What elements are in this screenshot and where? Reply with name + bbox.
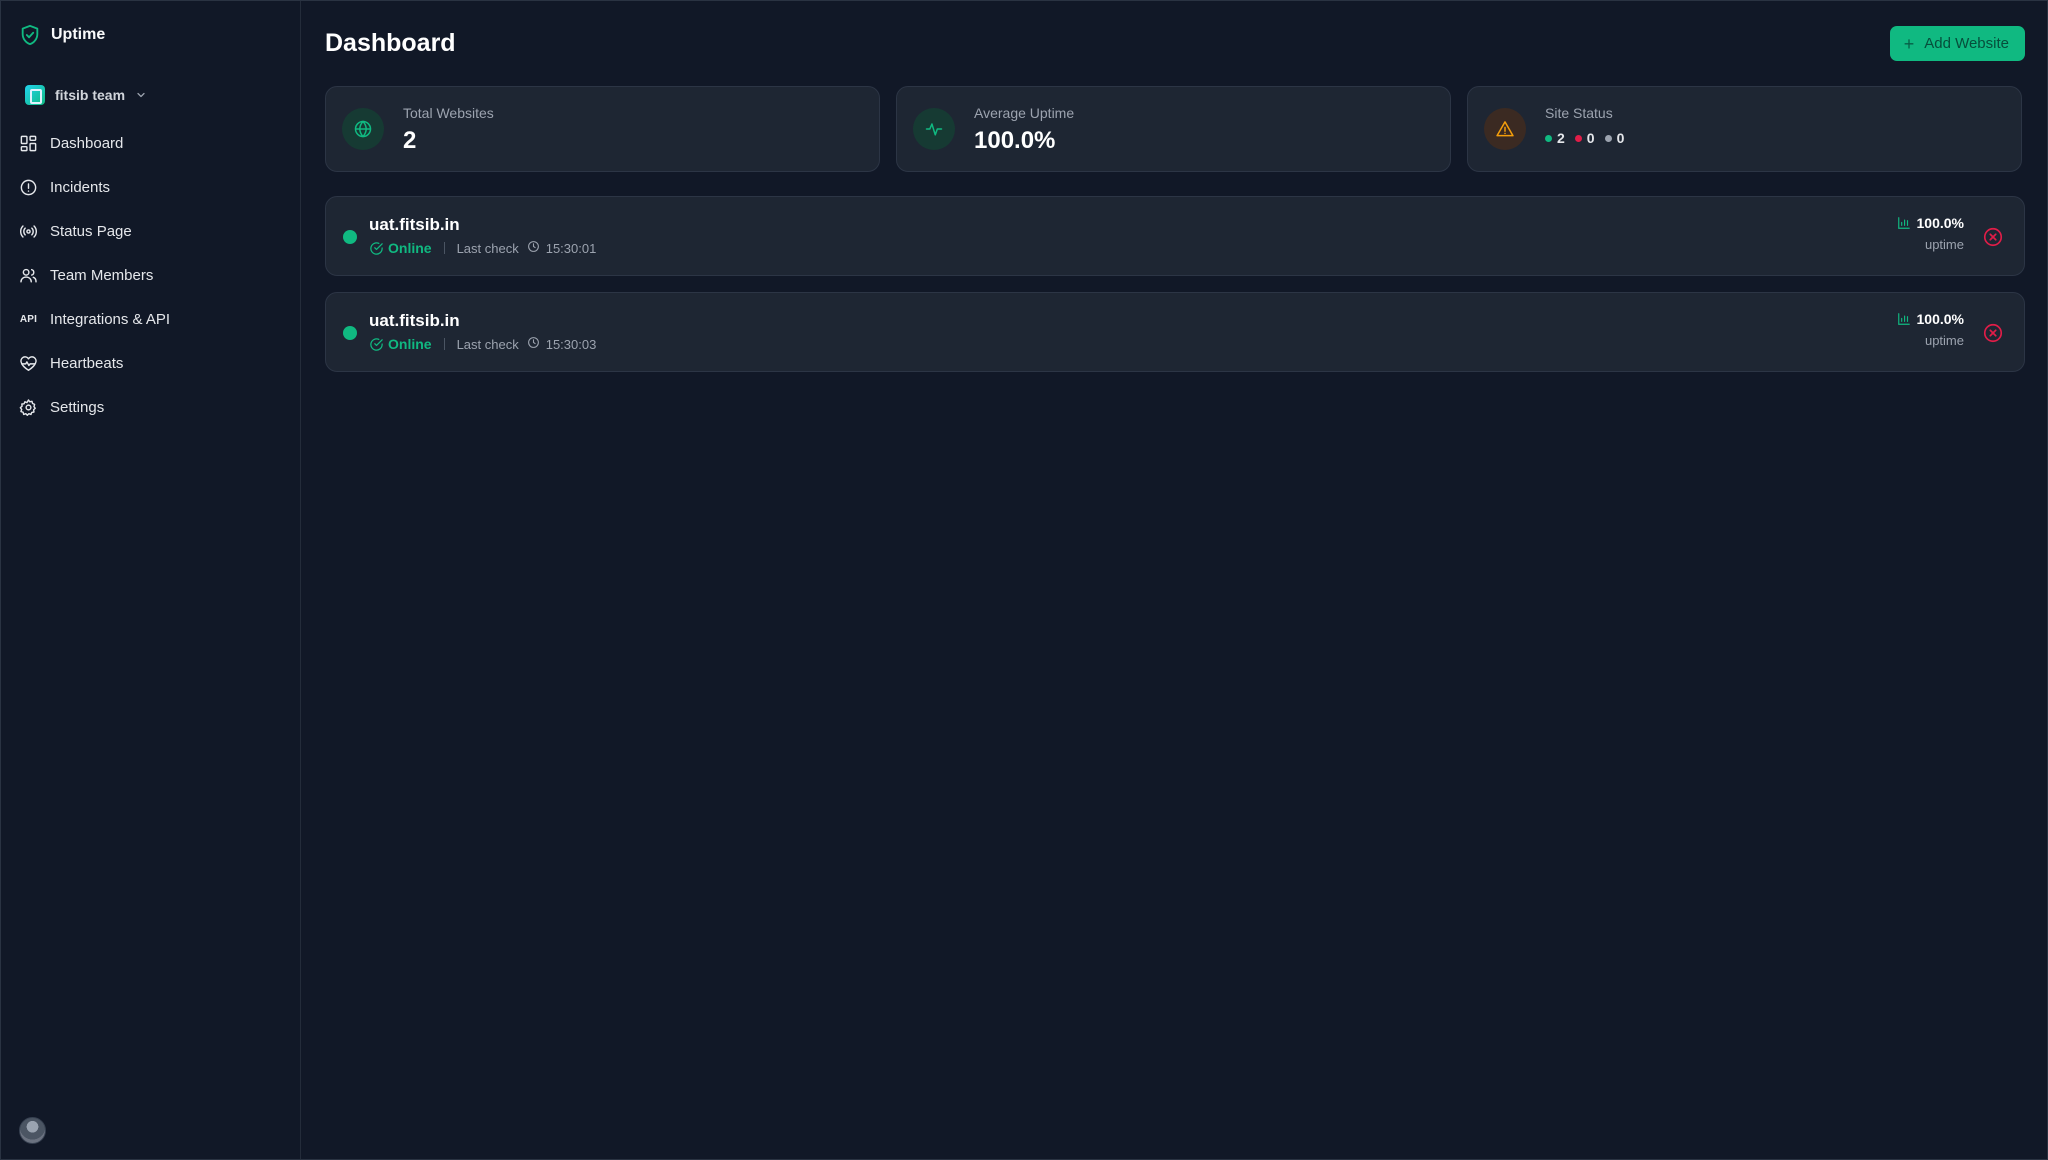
sidebar: Uptime fitsib team Dashboard Incidents S… <box>1 1 301 1159</box>
unknown-dot <box>1604 134 1612 142</box>
unknown-count: 0 <box>1616 130 1625 146</box>
add-website-label: Add Website <box>1924 35 2009 52</box>
stat-label: Average Uptime <box>974 105 1075 121</box>
activity-icon <box>925 123 943 136</box>
sidebar-nav: Dashboard Incidents Status Page Team Mem… <box>17 121 287 429</box>
main-content: Dashboard + Add Website Total Websites 2 <box>301 1 2047 1159</box>
gear-icon <box>19 398 36 416</box>
stat-label: Site Status <box>1545 105 1613 121</box>
sidebar-item-label: Status Page <box>50 222 132 240</box>
broadcast-icon <box>19 224 38 238</box>
divider <box>443 242 445 254</box>
check-circle-icon <box>370 241 383 255</box>
site-row[interactable]: uat.fitsib.in Online Last check 15:30:01 <box>325 196 2025 276</box>
status-count-up: 2 <box>1545 130 1565 146</box>
sidebar-item-integrations[interactable]: API Integrations & API <box>17 297 287 341</box>
status-text: Online <box>388 336 432 352</box>
status-count-unknown: 0 <box>1604 130 1625 146</box>
warning-triangle-icon <box>1496 121 1514 137</box>
divider <box>443 338 445 350</box>
stat-card-site-status: Site Status 2 0 0 <box>1467 86 2022 172</box>
globe-icon <box>354 120 372 138</box>
sidebar-item-label: Dashboard <box>50 134 124 152</box>
site-name[interactable]: uat.fitsib.in <box>369 215 460 235</box>
stat-label: Total Websites <box>403 105 494 121</box>
up-count: 2 <box>1557 130 1565 146</box>
sidebar-item-label: Team Members <box>50 266 154 284</box>
uptime-block: 100.0% uptime <box>1897 215 1964 252</box>
last-check-time: 15:30:03 <box>545 336 597 352</box>
team-avatar <box>25 85 45 105</box>
sidebar-item-dashboard[interactable]: Dashboard <box>17 121 287 165</box>
sidebar-item-team-members[interactable]: Team Members <box>17 253 287 297</box>
uptime-label: uptime <box>1924 237 1964 252</box>
sidebar-item-incidents[interactable]: Incidents <box>17 165 287 209</box>
last-check-label: Last check <box>456 336 519 352</box>
stat-icon-wrap <box>913 108 955 150</box>
stat-icon-wrap <box>1484 108 1526 150</box>
uptime-block: 100.0% uptime <box>1897 311 1964 348</box>
team-name: fitsib team <box>55 87 126 103</box>
site-list: uat.fitsib.in Online Last check 15:30:01 <box>325 196 2025 388</box>
remove-site-icon[interactable] <box>1982 226 2004 248</box>
team-switcher[interactable]: fitsib team <box>25 85 147 105</box>
sidebar-item-heartbeats[interactable]: Heartbeats <box>17 341 287 385</box>
stat-card-average-uptime: Average Uptime 100.0% <box>896 86 1451 172</box>
heart-pulse-icon <box>20 355 37 371</box>
sidebar-item-label: Heartbeats <box>50 354 124 372</box>
site-meta: Online Last check 15:30:03 <box>369 336 596 352</box>
status-counts: 2 0 0 <box>1545 130 1624 146</box>
users-icon <box>20 268 37 283</box>
uptime-label: uptime <box>1924 333 1964 348</box>
user-avatar[interactable] <box>19 1117 46 1144</box>
remove-site-icon[interactable] <box>1982 322 2004 344</box>
up-dot <box>1545 134 1552 142</box>
bar-chart-icon <box>1897 313 1910 325</box>
status-dot <box>343 326 357 340</box>
api-icon: API <box>19 313 38 325</box>
clock-icon-wrap <box>527 240 540 256</box>
last-check-label: Last check <box>456 240 519 256</box>
status-dot <box>343 230 357 244</box>
check-circle-icon <box>370 337 383 351</box>
app-window: Uptime fitsib team Dashboard Incidents S… <box>0 0 2048 1160</box>
down-dot <box>1574 134 1582 142</box>
uptime-percent: 100.0% <box>1916 215 1964 231</box>
stat-icon-wrap <box>342 108 384 150</box>
chevron-down-icon <box>137 92 145 98</box>
brand-name: Uptime <box>51 26 106 43</box>
uptime-percent: 100.0% <box>1916 311 1964 327</box>
stats-cards: Total Websites 2 Average Uptime 100.0% S… <box>325 86 2022 172</box>
shield-check-icon <box>21 24 39 46</box>
sidebar-item-settings[interactable]: Settings <box>17 385 287 429</box>
grid-icon <box>20 135 37 151</box>
brand[interactable]: Uptime <box>19 23 105 47</box>
clock-icon <box>527 241 539 252</box>
page-title: Dashboard <box>325 29 456 57</box>
site-name[interactable]: uat.fitsib.in <box>369 311 460 331</box>
stat-card-total-websites: Total Websites 2 <box>325 86 880 172</box>
uptime-value: 100.0% <box>1897 215 1964 231</box>
clock-icon <box>527 337 539 348</box>
status-count-down: 0 <box>1574 130 1595 146</box>
down-count: 0 <box>1586 130 1595 146</box>
stat-value: 2 <box>403 127 417 154</box>
status-online: Online <box>369 336 432 352</box>
plus-icon: + <box>1903 33 1915 54</box>
sidebar-item-label: Incidents <box>50 178 111 196</box>
sidebar-item-label: Settings <box>50 398 105 416</box>
status-online: Online <box>369 240 432 256</box>
stat-value: 100.0% <box>974 127 1056 154</box>
sidebar-item-status-page[interactable]: Status Page <box>17 209 287 253</box>
site-meta: Online Last check 15:30:01 <box>369 240 596 256</box>
sidebar-item-label: Integrations & API <box>50 310 171 328</box>
status-text: Online <box>388 240 432 256</box>
site-row[interactable]: uat.fitsib.in Online Last check 15:30:03 <box>325 292 2025 372</box>
add-website-button[interactable]: + Add Website <box>1889 26 2025 61</box>
alert-circle-icon <box>20 179 37 195</box>
clock-icon-wrap <box>527 336 540 352</box>
bar-chart-icon <box>1897 217 1910 229</box>
uptime-value: 100.0% <box>1897 311 1964 327</box>
last-check-time: 15:30:01 <box>545 240 597 256</box>
